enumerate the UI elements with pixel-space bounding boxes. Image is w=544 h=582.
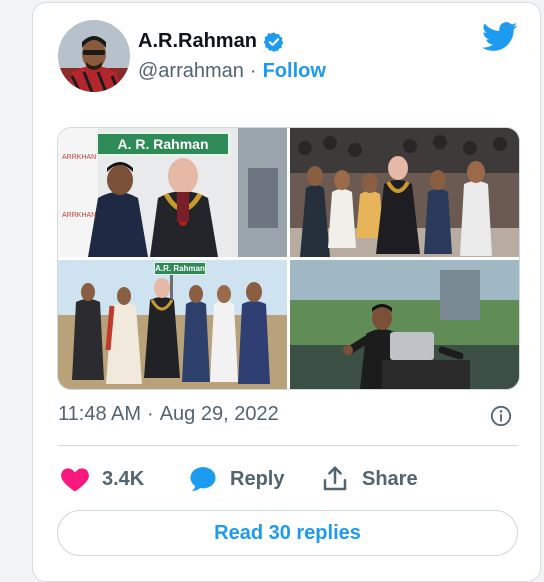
handle-separator: ·	[249, 60, 257, 82]
share-label: Share	[362, 467, 418, 490]
author-handle[interactable]: @arrahman	[138, 60, 244, 83]
street-sign-small: A.R. Rahman	[154, 262, 206, 275]
photo-bottom-right[interactable]	[290, 260, 519, 389]
verified-badge-icon	[263, 31, 284, 52]
reply-button[interactable]: Reply	[188, 462, 284, 496]
backdrop-logo-1: ARRKHAN	[62, 154, 97, 161]
media-grid[interactable]: A. R. Rahman ARRKHAN ARRKHAN A.R. Rahman	[57, 127, 520, 390]
share-upload-icon	[323, 466, 347, 491]
info-icon[interactable]	[490, 405, 512, 427]
reply-label: Reply	[230, 467, 285, 490]
read-replies-label: Read 30 replies	[214, 521, 361, 544]
backdrop-logo-2: ARRKHAN	[62, 212, 97, 219]
avatar[interactable]	[58, 20, 130, 92]
photo-bottom-left-image	[58, 260, 287, 389]
like-button[interactable]: 3.4K	[60, 462, 144, 496]
photo-top-right-image	[290, 128, 519, 257]
action-bar: 3.4K Reply Share	[58, 462, 518, 496]
author-name[interactable]: A.R.Rahman	[138, 30, 257, 53]
tweet-date: Aug 29, 2022	[159, 403, 279, 425]
author-name-row: A.R.Rahman	[138, 30, 285, 53]
tweet-time: 11:48 AM	[58, 403, 142, 425]
photo-bottom-right-image	[290, 260, 519, 389]
follow-button[interactable]: Follow	[263, 60, 326, 83]
heart-icon	[61, 468, 89, 492]
photo-bottom-left[interactable]: A.R. Rahman	[58, 260, 287, 389]
author-handle-row: @arrahman · Follow	[138, 60, 326, 83]
read-replies-button[interactable]: Read 30 replies	[57, 510, 518, 556]
time-separator: ·	[147, 403, 154, 425]
street-sign-main: A. R. Rahman	[96, 132, 230, 156]
divider	[58, 445, 518, 446]
photo-top-left[interactable]: A. R. Rahman ARRKHAN ARRKHAN	[58, 128, 287, 257]
reply-bubble-icon	[190, 467, 216, 491]
photo-top-right[interactable]	[290, 128, 519, 257]
like-count: 3.4K	[102, 467, 145, 490]
share-button[interactable]: Share	[320, 462, 418, 496]
avatar-image	[58, 20, 130, 92]
twitter-bird-icon[interactable]	[482, 22, 518, 52]
tweet-timestamp[interactable]: 11:48 AM · Aug 29, 2022	[58, 403, 279, 426]
